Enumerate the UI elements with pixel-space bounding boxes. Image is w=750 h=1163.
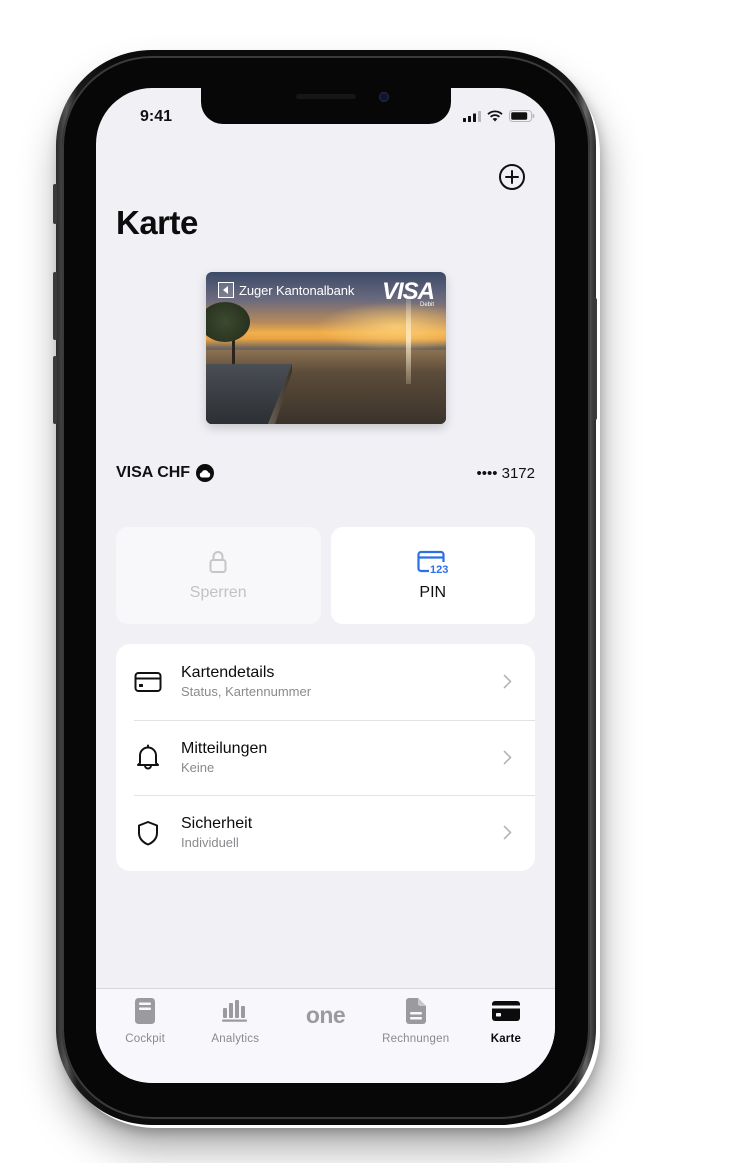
menu-item-title: Mitteilungen — [181, 739, 268, 757]
notch — [201, 88, 451, 124]
plus-icon — [505, 170, 519, 184]
menu-item-text: Sicherheit Individuell — [181, 815, 495, 850]
card-sky-glow — [316, 302, 446, 352]
card-actions: Sperren 123 PIN — [116, 527, 535, 624]
lock-card-button[interactable]: Sperren — [116, 527, 321, 624]
menu-item-subtitle: Keine — [181, 759, 215, 775]
shield-icon — [134, 819, 162, 847]
menu-item-text: Mitteilungen Keine — [181, 740, 495, 775]
menu-item-title: Sicherheit — [181, 815, 253, 833]
tab-rechnungen[interactable]: Rechnungen — [371, 989, 461, 1083]
card-icon — [491, 998, 520, 1024]
document-icon — [405, 998, 426, 1024]
menu-item-sicherheit[interactable]: Sicherheit Individuell — [116, 795, 535, 871]
menu-item-subtitle: Individuell — [181, 835, 239, 851]
pin-button[interactable]: 123 PIN — [330, 527, 535, 624]
menu-item-subtitle: Status, Kartennummer — [181, 684, 312, 700]
cockpit-icon — [135, 998, 156, 1024]
bank-name: Zuger Kantonalbank — [239, 282, 355, 298]
tab-analytics[interactable]: Analytics — [190, 989, 280, 1083]
tab-bar: Cockpit Analytics one Rechnungen Karte — [96, 988, 555, 1083]
card-settings-list: Kartendetails Status, Kartennummer Mitte… — [116, 644, 535, 871]
bank-logo: Zuger Kantonalbank — [218, 282, 354, 298]
chevron-right-icon — [495, 674, 519, 689]
cloud-icon — [196, 464, 215, 482]
tab-label: Rechnungen — [382, 1033, 450, 1045]
visa-debit-label: Debit — [419, 302, 434, 308]
card-masked-number: •••• 3172 — [476, 464, 535, 482]
lock-card-label: Sperren — [189, 583, 247, 601]
menu-item-mitteilungen[interactable]: Mitteilungen Keine — [116, 719, 535, 796]
volume-down-button — [53, 356, 57, 424]
signal-icon — [463, 110, 481, 122]
battery-icon — [509, 110, 535, 122]
tab-karte[interactable]: Karte — [461, 989, 551, 1083]
power-button — [593, 298, 597, 420]
chevron-right-icon — [495, 825, 519, 840]
pin-label: PIN — [419, 583, 447, 601]
card-pin-icon: 123 — [417, 550, 448, 574]
wifi-icon — [487, 110, 503, 122]
card-name: VISA CHF — [116, 464, 215, 482]
status-icons — [463, 110, 535, 122]
bank-card-image[interactable]: Zuger Kantonalbank VISA Debit — [206, 272, 446, 424]
bar-chart-icon — [222, 998, 248, 1024]
tab-label: Analytics — [211, 1033, 260, 1045]
lock-icon — [209, 550, 227, 573]
bank-logo-icon — [218, 282, 234, 298]
menu-item-kartendetails[interactable]: Kartendetails Status, Kartennummer — [116, 644, 535, 720]
silent-switch — [53, 184, 57, 224]
volume-up-button — [53, 272, 57, 340]
tab-cockpit[interactable]: Cockpit — [100, 989, 190, 1083]
tab-one[interactable]: one — [280, 989, 370, 1083]
credit-card-icon — [134, 668, 162, 696]
card-tree — [206, 302, 250, 342]
card-info-row: VISA CHF •••• 3172 — [116, 464, 535, 482]
phone-screen: 9:41 Karte Zuger Kantonalbank VISA Debit… — [96, 88, 555, 1083]
tab-label: Cockpit — [125, 1033, 165, 1045]
card-fountain — [406, 294, 411, 384]
chevron-right-icon — [495, 750, 519, 765]
status-time: 9:41 — [140, 108, 173, 125]
one-logo: one — [305, 1002, 346, 1028]
bell-icon — [134, 743, 162, 771]
card-name-label: VISA CHF — [116, 464, 191, 481]
menu-item-title: Kartendetails — [181, 664, 275, 682]
page-title: Karte — [116, 204, 198, 241]
tab-label: Karte — [490, 1033, 522, 1045]
menu-item-text: Kartendetails Status, Kartennummer — [181, 664, 495, 699]
svg-text:123: 123 — [430, 564, 448, 574]
add-card-button[interactable] — [499, 164, 525, 190]
